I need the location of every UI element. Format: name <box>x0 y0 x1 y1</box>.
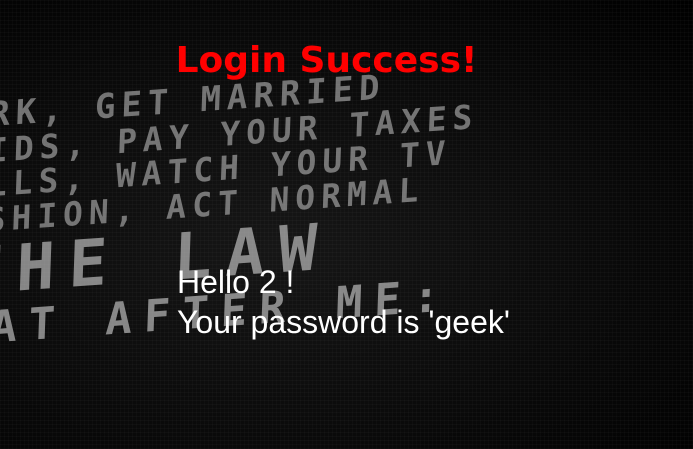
page-title: Login Success! <box>175 40 478 81</box>
greeting-block: Hello 2 ! Your password is 'geek' <box>177 262 510 342</box>
login-success-page: RK, GET MARRIED IDS, PAY YOUR TAXES LLS,… <box>0 0 693 449</box>
password-text: Your password is 'geek' <box>177 304 510 340</box>
greeting-text: Hello 2 ! <box>177 264 295 300</box>
